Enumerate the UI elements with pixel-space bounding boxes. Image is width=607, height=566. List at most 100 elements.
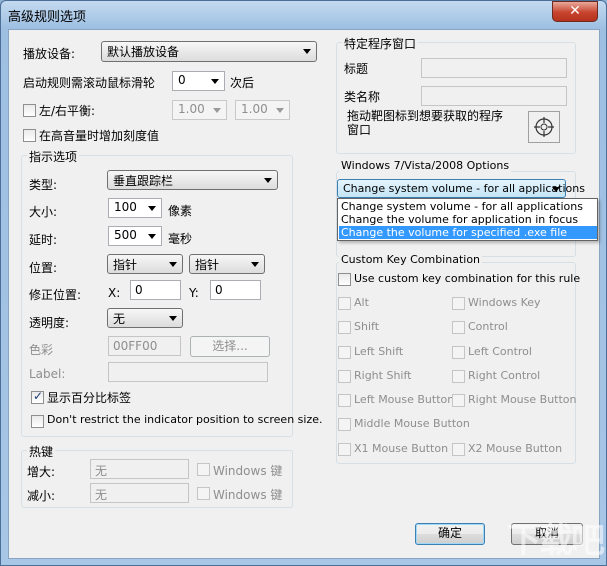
increase-windows-key-label: Windows 键 — [213, 464, 283, 478]
position-value-1: 指针 — [113, 258, 138, 272]
show-percent-label: 显示百分比标签 — [47, 391, 132, 405]
shift-checkbox[interactable] — [338, 321, 351, 334]
increase-label: 增大: — [27, 465, 56, 479]
transparency-select[interactable]: 无 — [107, 308, 183, 328]
window-title-label: 标题 — [344, 62, 369, 76]
drag-target-box[interactable] — [528, 111, 560, 143]
custom-key-group — [336, 262, 576, 464]
os-option-specified-exe[interactable]: Change the volume for specified .exe fil… — [339, 226, 597, 239]
type-select[interactable]: 垂直跟踪栏 — [107, 170, 278, 190]
decrease-hotkey-input[interactable]: 无 — [90, 483, 189, 503]
left-mouse-label: Left Mouse Button — [354, 393, 455, 406]
os-options-select[interactable]: Change system volume - for all applicati… — [337, 179, 585, 198]
label-input[interactable] — [108, 362, 268, 382]
balance-checkbox[interactable] — [23, 104, 36, 117]
color-label: 色彩 — [29, 343, 54, 357]
scroll-count-select[interactable]: 0 — [172, 71, 225, 91]
chevron-down-icon — [264, 178, 272, 183]
label-label: Label: — [29, 367, 66, 381]
x-offset-input[interactable]: 0 — [130, 280, 181, 300]
left-shift-checkbox[interactable] — [338, 346, 351, 359]
show-percent-checkbox[interactable]: ✓ — [31, 389, 44, 404]
balance-right-value: 1.00 — [241, 102, 268, 116]
chevron-down-icon — [169, 262, 177, 267]
ok-button[interactable]: 确定 — [415, 523, 485, 545]
color-value: 00FF00 — [113, 339, 158, 353]
high-volume-label: 在高音量时增加刻度值 — [39, 129, 160, 143]
balance-right-select[interactable]: 1.00 — [235, 100, 290, 120]
os-option-app-in-focus[interactable]: Change the volume for application in foc… — [339, 213, 597, 226]
size-select[interactable]: 100 — [108, 198, 162, 218]
balance-left-value: 1.00 — [178, 102, 205, 116]
window-class-input[interactable] — [421, 86, 567, 106]
size-value: 100 — [114, 200, 137, 214]
y-label: Y: — [189, 286, 199, 300]
right-control-label: Right Control — [468, 369, 541, 382]
balance-left-select[interactable]: 1.00 — [172, 100, 227, 120]
windows-key-checkbox[interactable] — [452, 297, 465, 310]
position-select-1[interactable]: 指针 — [107, 254, 183, 274]
transparency-value: 无 — [113, 312, 126, 326]
select-color-button[interactable]: 选择... — [190, 336, 270, 357]
y-offset-value: 0 — [215, 283, 223, 297]
chevron-down-icon — [276, 108, 284, 113]
x2-mouse-label: X2 Mouse Button — [468, 442, 563, 455]
decrease-hotkey-value: 无 — [95, 488, 108, 502]
right-shift-label: Right Shift — [354, 369, 412, 382]
title-bar[interactable]: 高级规则选项 — [0, 0, 605, 28]
chevron-down-icon — [148, 234, 156, 239]
chevron-down-icon — [552, 187, 560, 192]
position-select-2[interactable]: 指针 — [189, 254, 265, 274]
alt-checkbox[interactable] — [338, 297, 351, 310]
middle-mouse-checkbox[interactable] — [338, 418, 351, 431]
x1-mouse-checkbox[interactable] — [338, 443, 351, 456]
middle-mouse-label: Middle Mouse Button — [354, 417, 470, 430]
close-button[interactable]: ✕ — [552, 1, 598, 22]
scroll-label: 启动规则需滚动鼠标滑轮 — [23, 76, 156, 90]
right-mouse-checkbox[interactable] — [452, 394, 465, 407]
chevron-down-icon — [251, 262, 259, 267]
x-label: X: — [108, 286, 121, 300]
os-options-selected-value: Change system volume - for all applicati… — [343, 182, 585, 195]
window-title-input[interactable] — [421, 58, 567, 78]
chevron-down-icon — [303, 49, 311, 54]
color-input[interactable]: 00FF00 — [108, 336, 181, 356]
os-option-system-volume[interactable]: Change system volume - for all applicati… — [339, 200, 597, 213]
use-custom-key-checkbox[interactable] — [338, 273, 351, 286]
playback-device-value: 默认播放设备 — [107, 45, 180, 59]
high-volume-checkbox[interactable] — [23, 129, 36, 142]
chevron-down-icon — [211, 79, 219, 84]
playback-device-select[interactable]: 默认播放设备 — [101, 41, 317, 62]
control-label: Control — [468, 320, 508, 333]
checkmark-icon: ✓ — [33, 389, 44, 403]
os-options-title: Windows 7/Vista/2008 Options — [339, 159, 512, 172]
y-offset-input[interactable]: 0 — [210, 280, 261, 300]
right-control-checkbox[interactable] — [452, 370, 465, 383]
delay-select[interactable]: 500 — [108, 226, 162, 246]
window-class-label: 类名称 — [344, 90, 381, 104]
chevron-down-icon — [169, 316, 177, 321]
balance-label: 左/右平衡: — [39, 104, 96, 118]
right-shift-checkbox[interactable] — [338, 370, 351, 383]
increase-hotkey-input[interactable]: 无 — [90, 459, 189, 479]
x2-mouse-checkbox[interactable] — [452, 443, 465, 456]
scroll-suffix: 次后 — [230, 76, 255, 90]
decrease-windows-key-label: Windows 键 — [213, 488, 283, 502]
position-label: 位置: — [29, 261, 58, 275]
chevron-down-icon — [213, 108, 221, 113]
left-mouse-checkbox[interactable] — [338, 394, 351, 407]
type-value: 垂直跟踪栏 — [113, 174, 174, 188]
decrease-windows-key-checkbox[interactable] — [197, 487, 210, 500]
windows-key-label: Windows Key — [468, 296, 541, 309]
increase-windows-key-checkbox[interactable] — [197, 463, 210, 476]
delay-unit: 毫秒 — [168, 232, 193, 246]
no-restrict-label: Don't restrict the indicator position to… — [47, 413, 323, 426]
offset-label: 修正位置: — [29, 288, 82, 302]
type-label: 类型: — [29, 178, 58, 192]
shift-label: Shift — [354, 320, 380, 333]
control-checkbox[interactable] — [452, 321, 465, 334]
delay-value: 500 — [114, 228, 137, 242]
custom-key-title: Custom Key Combination — [339, 253, 483, 266]
left-control-checkbox[interactable] — [452, 346, 465, 359]
no-restrict-checkbox[interactable] — [31, 415, 44, 428]
